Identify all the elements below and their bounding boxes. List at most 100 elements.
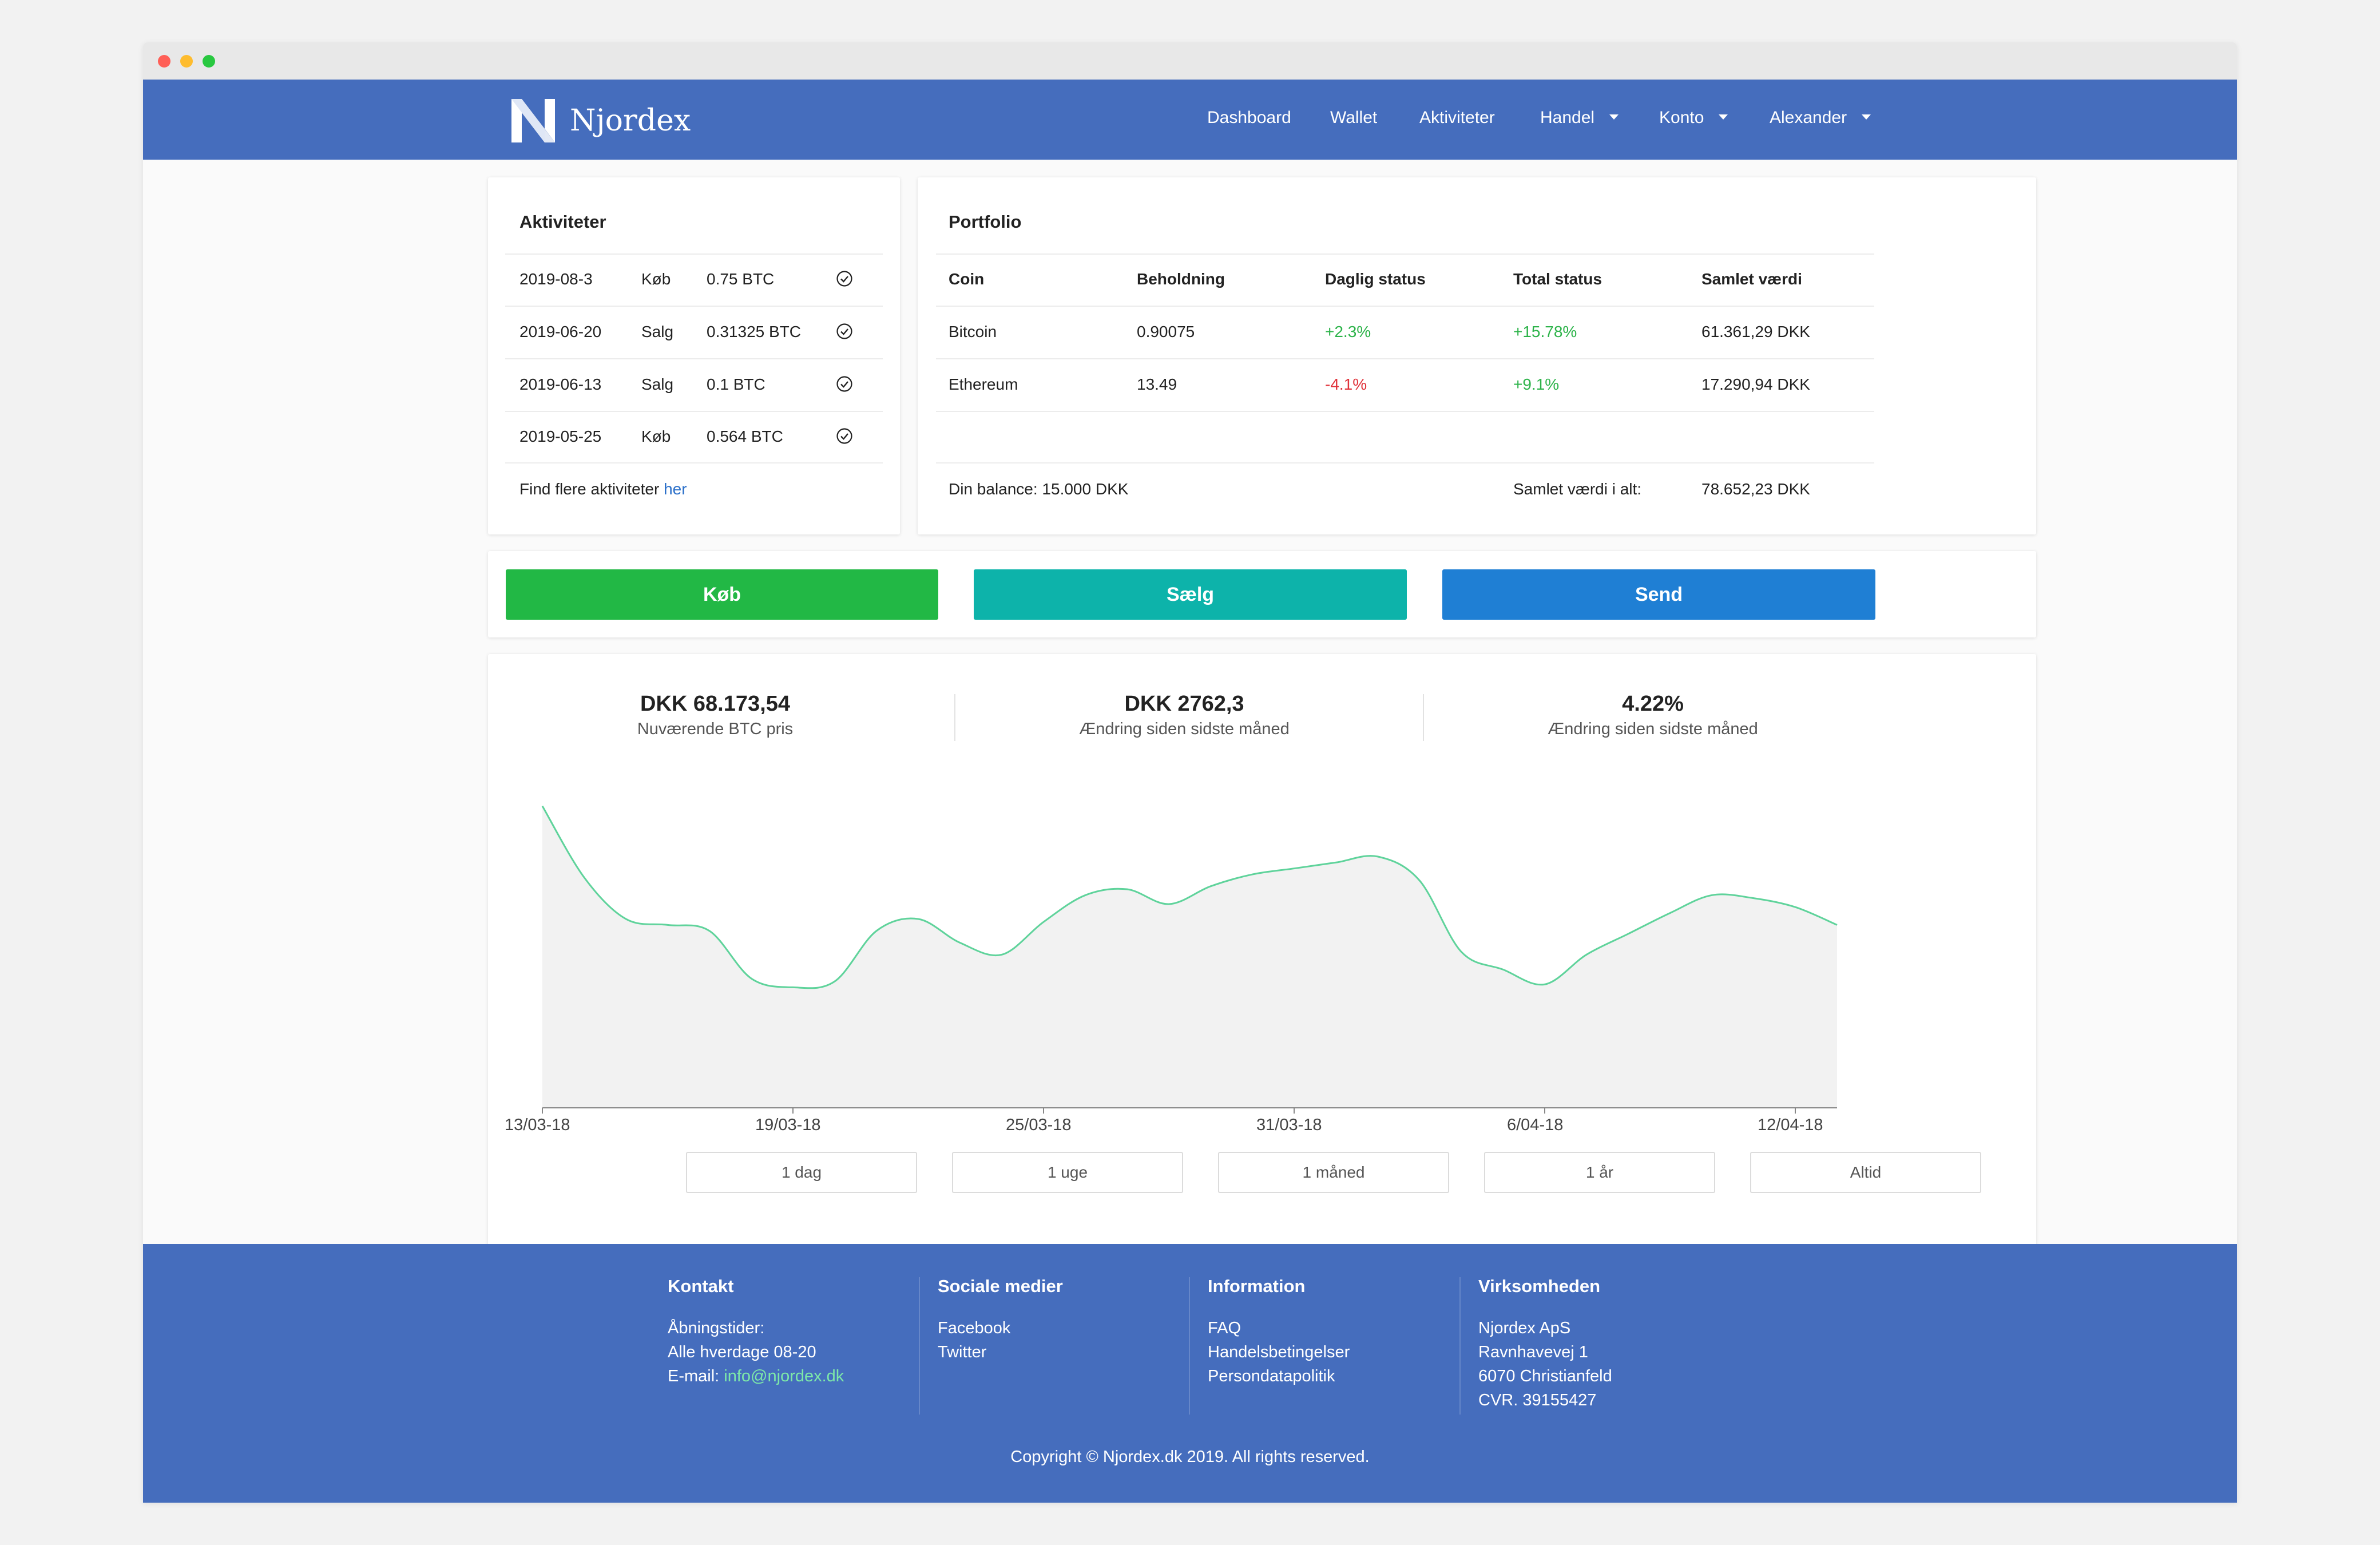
caret-down-icon	[1609, 114, 1619, 120]
chart-x-tick-label: 19/03-18	[755, 1116, 821, 1134]
column-header-holding: Beholdning	[1137, 270, 1225, 288]
close-window-button[interactable]	[158, 55, 170, 68]
activity-amount: 0.31325 BTC	[707, 323, 801, 340]
actions-card: Køb Sælg Send	[488, 551, 2036, 637]
activity-date: 2019-06-13	[519, 375, 602, 393]
footer-company-line: CVR. 39155427	[1478, 1391, 1597, 1409]
activity-date: 2019-08-3	[519, 270, 593, 288]
activity-date: 2019-06-20	[519, 323, 602, 340]
minimize-window-button[interactable]	[180, 55, 193, 68]
maximize-window-button[interactable]	[203, 55, 215, 68]
divider	[505, 358, 883, 359]
site-footer: Kontakt Åbningstider: Alle hverdage 08-2…	[143, 1244, 2237, 1503]
window-titlebar	[143, 42, 2237, 80]
nav-wallet[interactable]: Wallet	[1330, 108, 1377, 128]
nav-konto-label: Konto	[1659, 108, 1704, 127]
footer-information: Information FAQ Handelsbetingelser Perso…	[1208, 1276, 1350, 1388]
footer-copyright: Copyright © Njordex.dk 2019. All rights …	[1010, 1448, 1370, 1466]
nav-user-menu[interactable]: Alexander	[1770, 108, 1871, 128]
footer-company-title: Virksomheden	[1478, 1276, 1601, 1296]
divider	[936, 411, 1874, 412]
footer-divider	[1189, 1277, 1190, 1415]
chart-x-tick-label: 13/03-18	[505, 1116, 570, 1134]
check-circle-icon	[836, 271, 852, 287]
footer-link-facebook[interactable]: Facebook	[938, 1316, 1063, 1340]
footer-email-label: E-mail:	[668, 1367, 724, 1385]
coin-holding: 0.90075	[1137, 323, 1195, 340]
buy-button[interactable]: Køb	[506, 569, 938, 620]
range-1-day-button[interactable]: 1 dag	[686, 1152, 917, 1193]
coin-name: Ethereum	[949, 375, 1018, 393]
portfolio-title: Portfolio	[949, 212, 1022, 232]
activity-amount: 0.75 BTC	[707, 270, 775, 288]
caret-down-icon	[1719, 114, 1728, 120]
footer-contact-line: Åbningstider:	[668, 1319, 765, 1337]
chart-card: DKK 68.173,54 Nuværende BTC pris DKK 276…	[488, 654, 2036, 1253]
activity-type: Køb	[641, 270, 671, 288]
footer-company-line: Ravnhavevej 1	[1478, 1343, 1588, 1361]
column-header-daily: Daglig status	[1325, 270, 1426, 288]
send-button[interactable]: Send	[1442, 569, 1875, 620]
footer-social-title: Sociale medier	[938, 1276, 1063, 1296]
footer-contact-title: Kontakt	[668, 1276, 734, 1296]
brand-logo[interactable]: Njordex	[509, 97, 691, 145]
chart-x-tick-label: 31/03-18	[1256, 1116, 1322, 1134]
footer-contact-line: Alle hverdage 08-20	[668, 1343, 816, 1361]
sell-button[interactable]: Sælg	[974, 569, 1407, 620]
nav-handel-label: Handel	[1540, 108, 1595, 127]
activity-type: Køb	[641, 427, 671, 445]
check-circle-icon	[836, 376, 852, 392]
footer-divider	[919, 1277, 920, 1415]
footer-link-privacy[interactable]: Persondatapolitik	[1208, 1364, 1350, 1388]
footer-email: E-mail: info@njordex.dk	[668, 1364, 844, 1388]
activities-title: Aktiviteter	[519, 212, 606, 232]
footer-social: Sociale medier Facebook Twitter	[938, 1276, 1063, 1364]
footer-company-line: 6070 Christianfeld	[1478, 1367, 1612, 1385]
more-activities-text: Find flere aktiviteter	[519, 480, 664, 498]
column-header-value: Samlet værdi	[1701, 270, 1802, 288]
nav-handel[interactable]: Handel	[1540, 108, 1619, 128]
range-1-month-button[interactable]: 1 måned	[1218, 1152, 1449, 1193]
total-value-label: Samlet værdi i alt:	[1513, 480, 1642, 498]
footer-information-title: Information	[1208, 1276, 1306, 1296]
range-all-time-button[interactable]: Altid	[1750, 1152, 1981, 1193]
coin-total-status: +15.78%	[1513, 323, 1577, 340]
nav-aktiviteter[interactable]: Aktiviteter	[1419, 108, 1495, 128]
more-activities-link[interactable]: her	[664, 480, 687, 498]
portfolio-card: Portfolio Coin Beholdning Daglig status …	[918, 177, 2036, 534]
balance-text: Din balance: 15.000 DKK	[949, 480, 1129, 498]
footer-link-terms[interactable]: Handelsbetingelser	[1208, 1340, 1350, 1364]
chart-x-tick-label: 6/04-18	[1507, 1116, 1564, 1134]
column-header-total: Total status	[1513, 270, 1602, 288]
coin-name: Bitcoin	[949, 323, 997, 340]
caret-down-icon	[1862, 114, 1871, 120]
footer-email-link[interactable]: info@njordex.dk	[724, 1367, 844, 1385]
activity-type: Salg	[641, 323, 674, 340]
top-navbar: Njordex Dashboard Wallet Aktiviteter Han…	[143, 80, 2237, 160]
njordex-logo-icon	[511, 99, 555, 142]
footer-link-twitter[interactable]: Twitter	[938, 1340, 1063, 1364]
activities-card: Aktiviteter 2019-08-3 Køb 0.75 BTC 2019-…	[488, 177, 900, 534]
total-value: 78.652,23 DKK	[1701, 480, 1810, 498]
range-1-year-button[interactable]: 1 år	[1484, 1152, 1715, 1193]
column-header-coin: Coin	[949, 270, 985, 288]
check-circle-icon	[836, 428, 852, 444]
activity-amount: 0.1 BTC	[707, 375, 765, 393]
browser-window: Njordex Dashboard Wallet Aktiviteter Han…	[143, 42, 2237, 1503]
chart-area-fill	[542, 806, 1837, 1108]
divider	[936, 462, 1874, 464]
more-activities: Find flere aktiviteter her	[519, 480, 687, 498]
activity-date: 2019-05-25	[519, 427, 602, 445]
activity-type: Salg	[641, 375, 674, 393]
nav-dashboard[interactable]: Dashboard	[1207, 108, 1291, 128]
coin-daily-status: -4.1%	[1325, 375, 1367, 393]
divider	[936, 306, 1874, 307]
nav-konto[interactable]: Konto	[1659, 108, 1728, 128]
footer-link-faq[interactable]: FAQ	[1208, 1316, 1350, 1340]
footer-company-line: Njordex ApS	[1478, 1319, 1571, 1337]
chart-x-tick-label: 12/04-18	[1758, 1116, 1823, 1134]
divider	[936, 358, 1874, 359]
range-1-week-button[interactable]: 1 uge	[952, 1152, 1183, 1193]
coin-daily-status: +2.3%	[1325, 323, 1371, 340]
coin-value: 17.290,94 DKK	[1701, 375, 1810, 393]
